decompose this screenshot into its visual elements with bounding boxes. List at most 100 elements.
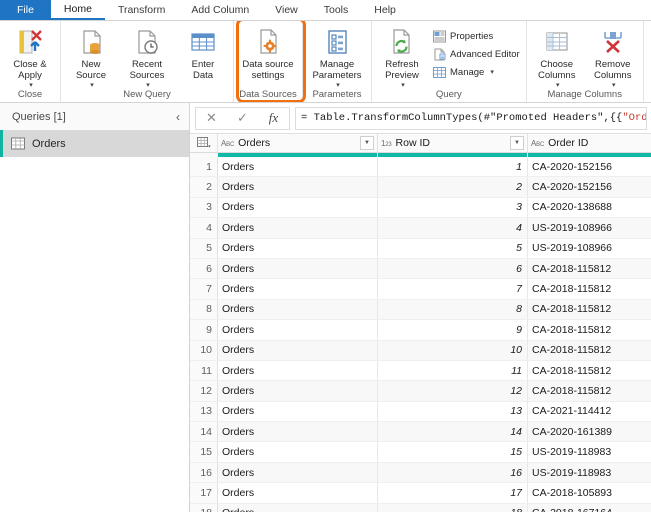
cell-order-id[interactable]: CA-2021-114412 bbox=[528, 402, 651, 421]
grid-corner-button[interactable] bbox=[190, 134, 218, 152]
cell-row-id[interactable]: 11 bbox=[378, 360, 528, 381]
cell-row-id[interactable]: 1 bbox=[378, 157, 528, 177]
close-apply-caret-icon[interactable]: ▾ bbox=[29, 81, 33, 89]
cell-order-id[interactable]: CA-2018-115812 bbox=[528, 320, 651, 339]
query-list-item-orders[interactable]: Orders bbox=[0, 130, 189, 157]
cell-orders[interactable]: Orders bbox=[218, 360, 378, 381]
cell-orders[interactable]: Orders bbox=[218, 401, 378, 422]
cell-order-id[interactable]: CA-2018-115812 bbox=[528, 341, 651, 360]
grid-column-header-orders[interactable]: ABC Orders ▼ bbox=[218, 134, 378, 152]
cell-orders[interactable]: Orders bbox=[218, 381, 378, 401]
column-filter-row-id-icon[interactable]: ▼ bbox=[510, 136, 524, 150]
choose-columns-caret-icon[interactable]: ▾ bbox=[556, 81, 560, 89]
cell-order-id[interactable]: CA-2020-138688 bbox=[528, 198, 651, 217]
tab-help[interactable]: Help bbox=[361, 0, 409, 20]
enter-data-button[interactable]: Enter Data bbox=[175, 24, 231, 81]
cell-orders[interactable]: Orders bbox=[218, 483, 378, 503]
remove-columns-button[interactable]: Remove Columns ▾ bbox=[585, 24, 641, 89]
table-row[interactable]: 8 Orders 8 CA-2018-115812 bbox=[190, 299, 651, 321]
cell-row-id[interactable]: 18 bbox=[378, 503, 528, 512]
cell-orders[interactable]: Orders bbox=[218, 258, 378, 279]
formula-fx-icon[interactable]: fx bbox=[258, 108, 289, 129]
manage-button[interactable]: Manage ▾ bbox=[430, 63, 524, 81]
cell-orders[interactable]: Orders bbox=[218, 279, 378, 299]
cell-orders[interactable]: Orders bbox=[218, 442, 378, 462]
properties-button[interactable]: Properties bbox=[430, 27, 524, 45]
cell-order-id[interactable]: US-2019-108966 bbox=[528, 218, 651, 237]
cell-order-id[interactable]: CA-2018-115812 bbox=[528, 300, 651, 319]
table-row[interactable]: 6 Orders 6 CA-2018-115812 bbox=[190, 258, 651, 280]
formula-input[interactable]: = Table.TransformColumnTypes(#"Promoted … bbox=[295, 106, 647, 130]
table-row[interactable]: 7 Orders 7 CA-2018-115812 bbox=[190, 279, 651, 300]
cell-row-id[interactable]: 15 bbox=[378, 442, 528, 462]
cell-row-id[interactable]: 13 bbox=[378, 401, 528, 422]
cell-order-id[interactable]: CA-2018-115812 bbox=[528, 279, 651, 298]
table-row[interactable]: 12 Orders 12 CA-2018-115812 bbox=[190, 381, 651, 402]
keep-rows-button[interactable]: Keep Rows ▾ bbox=[646, 24, 651, 89]
cell-orders[interactable]: Orders bbox=[218, 218, 378, 238]
table-row[interactable]: 1 Orders 1 CA-2020-152156 bbox=[190, 157, 651, 178]
choose-columns-button[interactable]: Choose Columns ▾ bbox=[529, 24, 585, 89]
cell-orders[interactable]: Orders bbox=[218, 238, 378, 258]
cell-orders[interactable]: Orders bbox=[218, 422, 378, 442]
cell-row-id[interactable]: 12 bbox=[378, 381, 528, 401]
table-row[interactable]: 11 Orders 11 CA-2018-115812 bbox=[190, 360, 651, 382]
cell-orders[interactable]: Orders bbox=[218, 462, 378, 483]
table-row[interactable]: 13 Orders 13 CA-2021-114412 bbox=[190, 401, 651, 423]
cell-order-id[interactable]: CA-2020-161389 bbox=[528, 422, 651, 441]
cell-row-id[interactable]: 6 bbox=[378, 258, 528, 279]
cell-order-id[interactable]: CA-2020-152156 bbox=[528, 157, 651, 176]
table-row[interactable]: 17 Orders 17 CA-2018-105893 bbox=[190, 483, 651, 504]
cell-order-id[interactable]: CA-2018-115812 bbox=[528, 259, 651, 278]
table-row[interactable]: 10 Orders 10 CA-2018-115812 bbox=[190, 340, 651, 361]
cell-row-id[interactable]: 16 bbox=[378, 462, 528, 483]
table-row[interactable]: 2 Orders 2 CA-2020-152156 bbox=[190, 177, 651, 198]
cell-row-id[interactable]: 8 bbox=[378, 299, 528, 320]
table-row[interactable]: 4 Orders 4 US-2019-108966 bbox=[190, 218, 651, 239]
cell-row-id[interactable]: 9 bbox=[378, 320, 528, 340]
column-filter-orders-icon[interactable]: ▼ bbox=[360, 136, 374, 150]
formula-accept-icon[interactable]: ✓ bbox=[227, 108, 258, 129]
table-row[interactable]: 5 Orders 5 US-2019-108966 bbox=[190, 238, 651, 259]
cell-row-id[interactable]: 2 bbox=[378, 177, 528, 197]
cell-orders[interactable]: Orders bbox=[218, 340, 378, 360]
cell-order-id[interactable]: US-2019-108966 bbox=[528, 239, 651, 258]
cell-order-id[interactable]: CA-2018-115812 bbox=[528, 381, 651, 400]
data-source-settings-button[interactable]: Data source settings bbox=[236, 24, 300, 81]
cell-orders[interactable]: Orders bbox=[218, 320, 378, 340]
cell-order-id[interactable]: CA-2018-167164 bbox=[528, 504, 651, 512]
cell-orders[interactable]: Orders bbox=[218, 197, 378, 218]
cell-row-id[interactable]: 17 bbox=[378, 483, 528, 503]
cell-orders[interactable]: Orders bbox=[218, 299, 378, 320]
cell-order-id[interactable]: US-2019-118983 bbox=[528, 463, 651, 482]
close-and-apply-button[interactable]: Close & Apply ▾ bbox=[2, 24, 58, 89]
manage-parameters-caret-icon[interactable]: ▾ bbox=[336, 81, 340, 89]
refresh-preview-button[interactable]: Refresh Preview ▾ bbox=[374, 24, 430, 89]
table-row[interactable]: 9 Orders 9 CA-2018-115812 bbox=[190, 320, 651, 341]
cell-order-id[interactable]: CA-2018-115812 bbox=[528, 361, 651, 380]
new-source-caret-icon[interactable]: ▾ bbox=[90, 81, 94, 89]
refresh-preview-caret-icon[interactable]: ▾ bbox=[401, 81, 405, 89]
cell-row-id[interactable]: 3 bbox=[378, 197, 528, 218]
cell-orders[interactable]: Orders bbox=[218, 157, 378, 177]
cell-orders[interactable]: Orders bbox=[218, 177, 378, 197]
tab-tools[interactable]: Tools bbox=[311, 0, 362, 20]
tab-transform[interactable]: Transform bbox=[105, 0, 178, 20]
table-row[interactable]: 18Orders18CA-2018-167164 bbox=[190, 503, 651, 512]
grid-column-header-order-id[interactable]: ABC Order ID ▼ bbox=[528, 134, 651, 152]
grid-column-header-row-id[interactable]: 123 Row ID ▼ bbox=[378, 134, 528, 152]
recent-sources-button[interactable]: Recent Sources ▾ bbox=[119, 24, 175, 89]
tab-view[interactable]: View bbox=[262, 0, 311, 20]
cell-orders[interactable]: Orders bbox=[218, 503, 378, 512]
table-row[interactable]: 16 Orders 16 US-2019-118983 bbox=[190, 462, 651, 484]
cell-order-id[interactable]: CA-2018-105893 bbox=[528, 483, 651, 502]
tab-home[interactable]: Home bbox=[50, 0, 105, 20]
cell-order-id[interactable]: US-2019-118983 bbox=[528, 442, 651, 461]
tab-file[interactable]: File bbox=[0, 0, 51, 20]
recent-sources-caret-icon[interactable]: ▾ bbox=[146, 81, 150, 89]
cell-order-id[interactable]: CA-2020-152156 bbox=[528, 177, 651, 196]
remove-columns-caret-icon[interactable]: ▾ bbox=[612, 81, 616, 89]
new-source-button[interactable]: New Source ▾ bbox=[63, 24, 119, 89]
cell-row-id[interactable]: 10 bbox=[378, 340, 528, 360]
manage-caret-icon[interactable]: ▾ bbox=[490, 68, 494, 76]
